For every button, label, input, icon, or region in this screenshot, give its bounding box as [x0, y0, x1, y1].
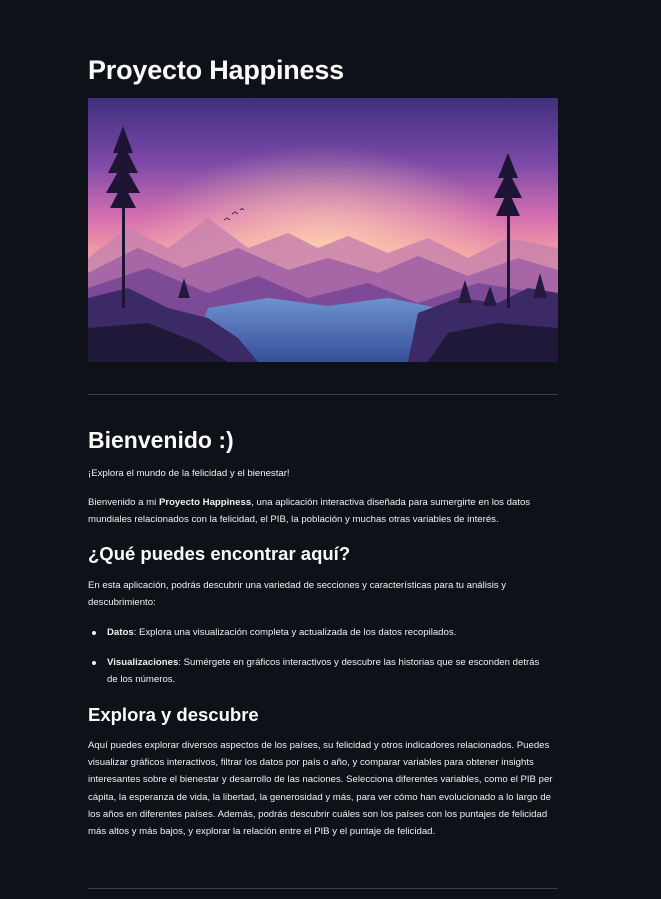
divider	[88, 888, 558, 889]
feature-name: Visualizaciones	[107, 657, 179, 668]
features-heading: ¿Qué puedes encontrar aquí?	[88, 543, 351, 564]
bullet-dot	[92, 661, 96, 665]
list-item: Visualizaciones: Sumérgete en gráficos i…	[88, 654, 558, 688]
hero-landscape-image	[88, 98, 558, 362]
divider	[88, 394, 558, 395]
intro-project-name: Proyecto Happiness	[158, 497, 252, 508]
feature-text: : Explora una visualización completa y a…	[133, 627, 457, 638]
welcome-heading: Bienvenido :)	[88, 427, 234, 453]
feature-name: Datos	[107, 627, 134, 638]
page-title: Proyecto Happiness	[88, 55, 344, 85]
features-description: En esta aplicación, podrás descubrir una…	[88, 580, 507, 609]
intro-text-before: Bienvenido a mi	[88, 497, 159, 508]
bullet-dot	[92, 631, 96, 635]
welcome-intro: Bienvenido a mi Proyecto Happiness, una …	[88, 494, 558, 528]
list-item: Datos: Explora una visualización complet…	[88, 624, 558, 641]
explore-heading: Explora y descubre	[88, 704, 259, 725]
welcome-tagline: ¡Explora el mundo de la felicidad y el b…	[88, 468, 290, 479]
explore-body: Aquí puedes explorar diversos aspectos d…	[88, 740, 553, 838]
